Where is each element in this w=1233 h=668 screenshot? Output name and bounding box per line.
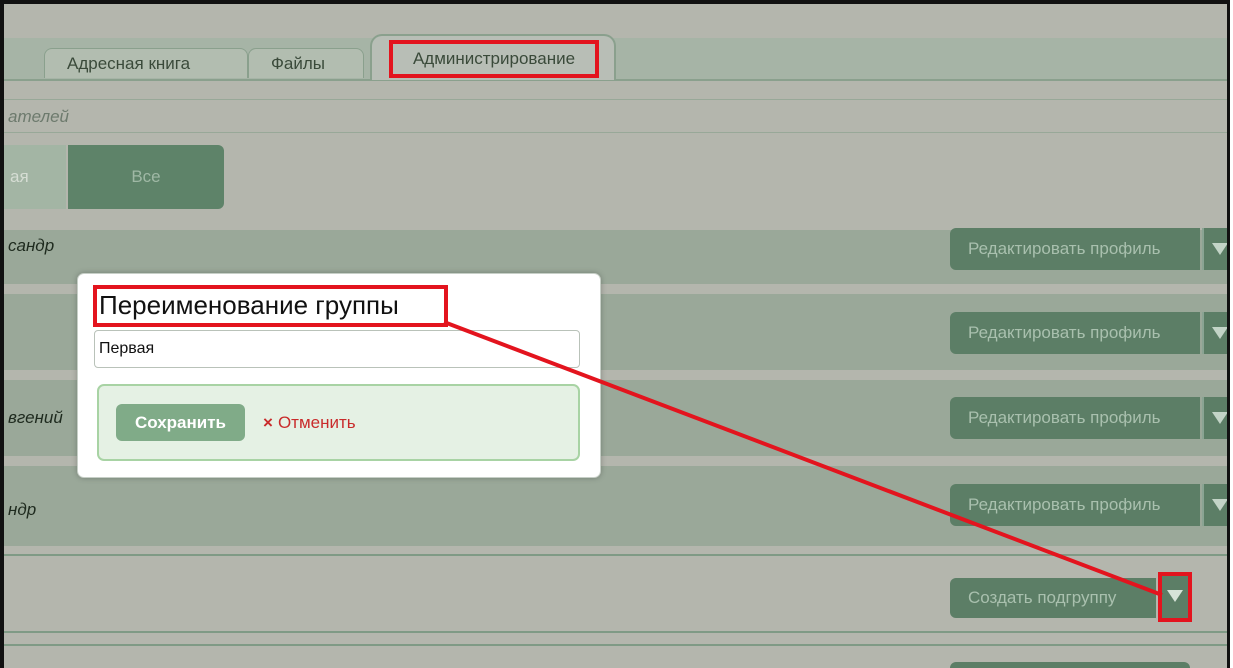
app-window: Адресная книга Файлы Администрирование а… xyxy=(0,0,1230,668)
annotation-arrow xyxy=(443,320,1163,597)
annotation-line xyxy=(443,320,1163,597)
